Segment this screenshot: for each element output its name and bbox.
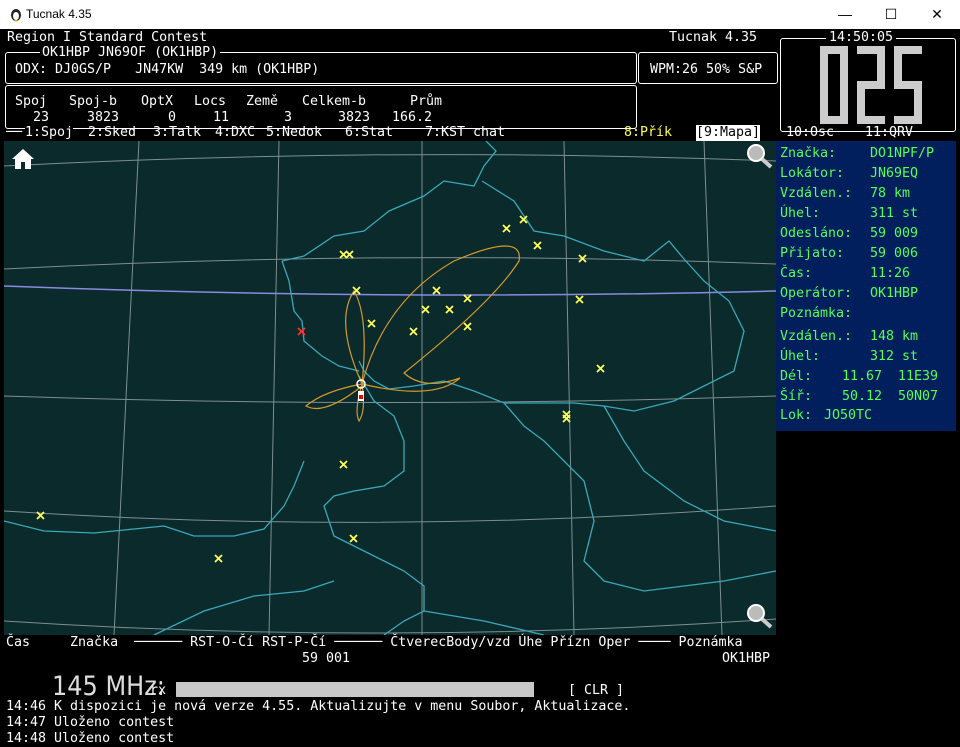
cursor-value-sirka: 50.12 50N07 xyxy=(842,389,939,404)
stat-header-optx: OptX xyxy=(141,94,174,109)
stat-header-zeme: Země xyxy=(246,94,279,109)
stat-header-prum: Prům xyxy=(410,94,443,109)
tab-prik[interactable]: 8:Přík xyxy=(624,125,672,141)
tab-nedok[interactable]: 5:Nedok xyxy=(266,125,322,141)
info-value-lokator: JN69EQ xyxy=(870,166,919,181)
latitude-line xyxy=(4,285,776,296)
info-value-cas: 11:26 xyxy=(870,266,911,281)
map-canvas xyxy=(4,141,776,635)
qso-markers xyxy=(36,215,605,563)
cursor-label-uhel: Úhel: xyxy=(780,349,821,364)
info-label-vzdalenost: Vzdálen.: xyxy=(780,186,853,201)
locator-grid xyxy=(4,141,776,635)
minimize-button[interactable]: — xyxy=(822,0,868,29)
window-title: Tucnak 4.35 xyxy=(26,7,92,21)
info-label-znacka: Značka: xyxy=(780,146,837,161)
penguin-app-icon xyxy=(11,9,21,22)
info-label-poznamka: Poznámka: xyxy=(780,306,853,321)
close-button[interactable]: ✕ xyxy=(914,0,960,29)
stat-value-optx: 0 xyxy=(168,110,177,125)
tab-stat[interactable]: 6:Stat xyxy=(345,125,393,141)
home-icon[interactable] xyxy=(10,147,36,171)
info-value-odeslano: 59 009 xyxy=(870,226,919,241)
log-line: 14:47 Uloženo contest xyxy=(6,715,175,730)
stat-value-spoj: 23 xyxy=(33,110,50,125)
info-value-operator: OK1HBP xyxy=(870,286,919,301)
band-label: 145 MHz: xyxy=(52,670,165,702)
tab-sked[interactable]: 2:Sked xyxy=(88,125,136,141)
tab-spoj[interactable]: 1:Spoj xyxy=(25,125,74,141)
info-value-znacka: DO1NPF/P xyxy=(870,146,935,161)
clock: 14:50:05 xyxy=(826,30,897,46)
log-line: 14:48 Uloženo contest xyxy=(6,731,175,746)
stat-header-celkem: Celkem-b xyxy=(302,94,367,109)
maximize-button[interactable]: ☐ xyxy=(868,0,914,29)
qso-operator: OK1HBP xyxy=(722,651,771,666)
zoom-out-icon[interactable] xyxy=(744,603,774,629)
odx-info: ODX: DJ0GS/P JN47KW 349 km (OK1HBP) xyxy=(15,62,320,77)
tab-talk[interactable]: 3:Talk xyxy=(153,125,201,141)
stat-value-spoj-b: 3823 xyxy=(87,110,120,125)
big-counter xyxy=(820,46,922,124)
tab-mapa[interactable]: [9:Mapa] xyxy=(696,125,761,141)
selected-qso-marker xyxy=(297,327,306,336)
stat-value-celkem: 3823 xyxy=(338,110,371,125)
wpm-mode: WPM:26 50% S&P xyxy=(650,62,763,77)
stat-header-locs: Locs xyxy=(194,94,227,109)
cursor-label-vzdalenost: Vzdálen.: xyxy=(780,329,853,344)
info-label-uhel: Úhel: xyxy=(780,206,821,221)
tab-osc[interactable]: 10:Osc xyxy=(786,125,834,141)
cursor-label-lok: Lok: xyxy=(780,408,813,423)
qso-rst-sent: 59 001 xyxy=(302,651,351,666)
station-info: OK1HBP JN69OF (OK1HBP) xyxy=(40,45,221,61)
cursor-value-lok: JO50TC xyxy=(824,408,873,423)
tab-separator: ── xyxy=(6,125,23,140)
cursor-label-delka: Dél: xyxy=(780,369,813,384)
zoom-in-icon[interactable] xyxy=(744,143,774,169)
tab-qrv[interactable]: 11:QRV xyxy=(865,125,913,141)
info-label-lokator: Lokátor: xyxy=(780,166,845,181)
stat-value-prum: 166.2 xyxy=(392,110,433,125)
tab-kst-chat[interactable]: 7:KST chat xyxy=(425,125,505,141)
cursor-value-uhel: 312 st xyxy=(870,349,919,364)
info-label-odeslano: Odesláno: xyxy=(780,226,853,241)
info-value-uhel: 311 st xyxy=(870,206,919,221)
clear-button[interactable]: [ CLR ] xyxy=(568,683,624,699)
info-value-vzdalenost: 78 km xyxy=(870,186,911,201)
qso-list-header: Čas Značka ────── RST-O-Čí RST-P-Čí ────… xyxy=(6,635,743,650)
info-label-operator: Operátor: xyxy=(780,286,853,301)
callsign-input[interactable] xyxy=(176,682,534,697)
window-titlebar: Tucnak 4.35 — ☐ ✕ xyxy=(0,0,960,29)
contact-info-panel: Značka: DO1NPF/P Lokátor: JN69EQ Vzdálen… xyxy=(776,141,956,431)
info-label-prijato: Přijato: xyxy=(780,246,845,261)
cursor-value-vzdalenost: 148 km xyxy=(870,329,919,344)
info-label-cas: Čas: xyxy=(780,266,813,281)
contest-name: Region I Standard Contest xyxy=(7,30,208,45)
stat-header-spoj: Spoj xyxy=(15,94,48,109)
tab-dxc[interactable]: 4:DXC xyxy=(215,125,255,141)
cursor-label-sirka: Šíř: xyxy=(780,389,813,404)
info-value-prijato: 59 006 xyxy=(870,246,919,261)
stat-value-zeme: 3 xyxy=(284,110,293,125)
log-line: 14:46 K dispozici je nová verze 4.55. Ak… xyxy=(6,699,631,714)
map-view[interactable] xyxy=(4,141,776,635)
mode-label: rx xyxy=(150,683,167,698)
stat-header-spoj-b: Spoj-b xyxy=(69,94,118,109)
country-borders xyxy=(4,141,776,635)
app-version: Tucnak 4.35 xyxy=(669,30,758,45)
stat-value-locs: 11 xyxy=(213,110,230,125)
cursor-value-delka: 11.67 11E39 xyxy=(842,369,939,384)
